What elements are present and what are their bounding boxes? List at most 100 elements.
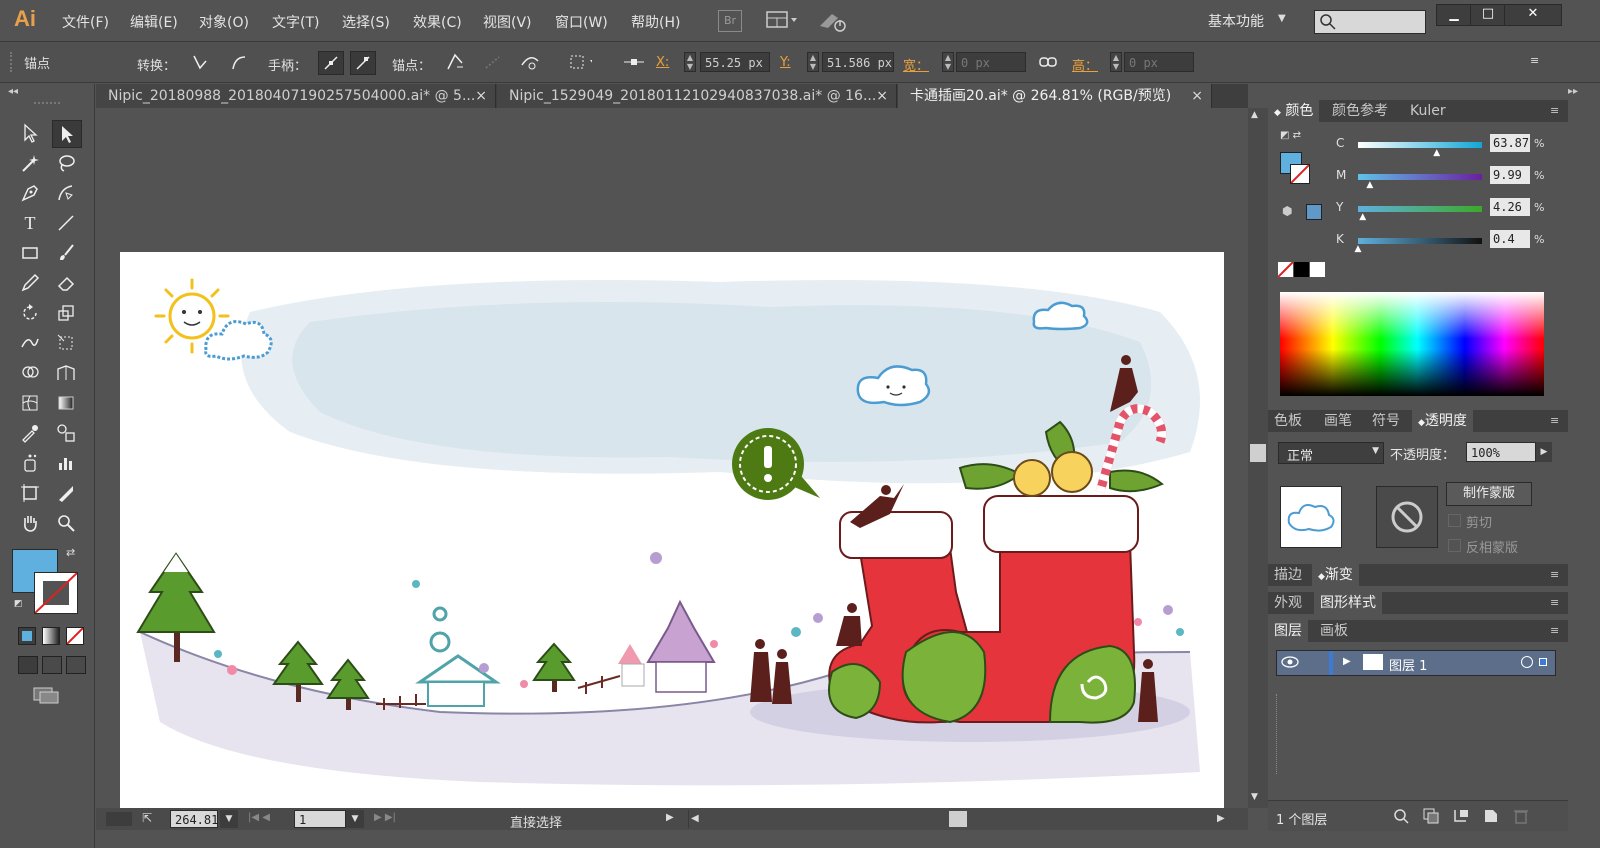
new-sublayer-icon[interactable]	[1452, 807, 1470, 829]
stroke-swatch[interactable]	[34, 572, 78, 614]
draw-inside-icon[interactable]	[66, 656, 86, 674]
layer-thumbnail[interactable]	[1280, 486, 1342, 548]
workspace-switcher[interactable]: 基本功能	[1208, 11, 1264, 31]
horizontal-scrollbar[interactable]: ◀ ▶	[688, 810, 1229, 828]
m-value-field[interactable]: 9.99	[1490, 166, 1530, 184]
help-search-input[interactable]	[1314, 10, 1426, 34]
zoom-tool-icon[interactable]	[52, 510, 80, 536]
column-graph-icon[interactable]	[52, 450, 80, 476]
tab-swatches[interactable]: 色板	[1268, 410, 1308, 432]
control-menu-icon[interactable]: ≡	[1530, 54, 1539, 67]
visibility-eye-icon[interactable]	[1281, 655, 1299, 669]
tab-color[interactable]: ◆ 颜色	[1268, 100, 1320, 122]
cut-path-icon[interactable]	[519, 51, 543, 73]
gradient-mode-icon[interactable]	[42, 627, 60, 645]
layer-row[interactable]: ▶ 图层 1	[1276, 650, 1556, 676]
artboard-nav-icon[interactable]	[106, 812, 132, 826]
free-transform-icon[interactable]	[52, 330, 80, 356]
tab-document-3[interactable]: 卡通插画20.ai* @ 264.81% (RGB/预览) ×	[898, 84, 1212, 108]
tab-symbols[interactable]: 符号	[1366, 410, 1406, 432]
scroll-up-icon[interactable]: ▲	[1251, 110, 1258, 120]
quick-swatches[interactable]	[1277, 261, 1325, 278]
panel-menu-icon[interactable]: ≡	[1544, 410, 1565, 432]
menu-type[interactable]: 文字(T)	[272, 12, 319, 32]
expand-layer-icon[interactable]: ▶	[1343, 656, 1351, 667]
sync-settings-icon[interactable]	[818, 10, 848, 32]
tab-stroke[interactable]: 描边	[1268, 564, 1308, 586]
artboard[interactable]	[120, 252, 1224, 808]
tab-gradient[interactable]: ◆渐变	[1312, 564, 1359, 586]
pen-tool-icon[interactable]	[16, 180, 44, 206]
vertical-scrollbar[interactable]: ▲ ▼	[1248, 108, 1268, 808]
tab-color-guide[interactable]: 颜色参考	[1326, 100, 1394, 122]
shape-builder-icon[interactable]	[16, 360, 44, 386]
web-safe-swatch[interactable]	[1306, 204, 1322, 220]
c-slider-thumb[interactable]: ▲	[1433, 148, 1440, 158]
panel-menu-icon[interactable]: ≡	[1544, 592, 1565, 614]
new-layer-icon[interactable]	[1482, 807, 1500, 829]
locate-object-icon[interactable]	[1392, 807, 1410, 829]
m-slider-thumb[interactable]: ▲	[1366, 180, 1373, 190]
maximize-button[interactable]: □	[1470, 4, 1506, 26]
christmas-illustration[interactable]	[120, 252, 1224, 808]
tab-kuler[interactable]: Kuler	[1404, 100, 1452, 122]
perspective-grid-icon[interactable]	[52, 360, 80, 386]
draw-behind-icon[interactable]	[42, 656, 62, 674]
close-icon[interactable]: ×	[1191, 84, 1203, 108]
collapse-toolbox-icon[interactable]: ◂◂	[8, 86, 18, 97]
h-scroll-thumb[interactable]	[949, 811, 967, 827]
first-page-icon[interactable]: |◀ ◀	[248, 812, 270, 823]
out-of-gamut-icon[interactable]: ⬢	[1282, 204, 1292, 218]
rectangle-tool-icon[interactable]	[16, 240, 44, 266]
tab-artboards[interactable]: 画板	[1314, 620, 1354, 642]
next-page-icon[interactable]: ▶ ▶|	[374, 812, 396, 823]
slice-tool-icon[interactable]	[52, 480, 80, 506]
type-tool-icon[interactable]: T	[16, 210, 44, 236]
canvas-area[interactable]	[96, 108, 1248, 808]
tab-document-1[interactable]: Nipic_20180988_20180407190257504000.ai* …	[96, 84, 496, 108]
scroll-down-icon[interactable]: ▼	[1251, 792, 1258, 802]
k-value-field[interactable]: 0.4	[1490, 230, 1530, 248]
panel-menu-icon[interactable]: ≡	[1544, 564, 1565, 586]
page-dropdown-icon[interactable]: ▼	[346, 810, 364, 828]
default-fill-stroke-icon[interactable]: ◩ ⇄	[1280, 130, 1301, 141]
default-colors-icon[interactable]: ◩	[14, 599, 23, 609]
opacity-slider-icon[interactable]: ▶	[1536, 442, 1552, 462]
mask-thumbnail[interactable]	[1376, 486, 1438, 548]
tab-transparency[interactable]: ◆透明度	[1412, 410, 1473, 432]
color-mode-icon[interactable]	[18, 627, 36, 645]
symbol-sprayer-icon[interactable]	[16, 450, 44, 476]
eyedropper-tool-icon[interactable]	[16, 420, 44, 446]
mesh-tool-icon[interactable]	[16, 390, 44, 416]
zoom-field[interactable]: 264.81	[170, 810, 218, 828]
panel-menu-icon[interactable]: ≡	[1544, 100, 1565, 122]
c-value-field[interactable]: 63.87	[1490, 134, 1530, 152]
toolbox-grip[interactable]	[34, 102, 60, 108]
y-value-field[interactable]: 4.26	[1490, 198, 1530, 216]
width-tool-icon[interactable]	[16, 330, 44, 356]
panel-menu-icon[interactable]: ≡	[1544, 620, 1565, 642]
make-mask-button[interactable]: 制作蒙版	[1446, 482, 1532, 506]
swap-colors-icon[interactable]: ⇄	[66, 546, 75, 559]
close-icon[interactable]: ×	[475, 84, 487, 108]
draw-normal-icon[interactable]	[18, 656, 38, 674]
delete-layer-icon[interactable]	[1512, 807, 1530, 829]
convert-to-smooth-icon[interactable]	[226, 51, 250, 73]
y-slider-thumb[interactable]: ▲	[1359, 212, 1366, 222]
scroll-left-icon[interactable]: ◀	[691, 813, 699, 824]
screen-mode-icon[interactable]	[32, 686, 60, 704]
hand-tool-icon[interactable]	[16, 510, 44, 536]
close-icon[interactable]: ×	[876, 84, 888, 108]
arrange-documents-icon[interactable]	[766, 10, 800, 30]
share-icon[interactable]: ⇱	[142, 811, 152, 825]
page-field[interactable]: 1	[294, 810, 346, 828]
lasso-tool-icon[interactable]	[52, 150, 80, 176]
height-stepper[interactable]: ▲ ▼	[1110, 52, 1122, 72]
chevron-down-icon[interactable]: ▼	[1278, 13, 1286, 24]
link-proportions-icon[interactable]	[1036, 51, 1060, 73]
y-field[interactable]: 51.586 px	[822, 52, 894, 72]
scroll-thumb[interactable]	[1250, 444, 1266, 462]
menu-window[interactable]: 窗口(W)	[555, 12, 608, 32]
zoom-dropdown-icon[interactable]: ▼	[220, 810, 238, 828]
close-button[interactable]: ✕	[1504, 4, 1562, 26]
